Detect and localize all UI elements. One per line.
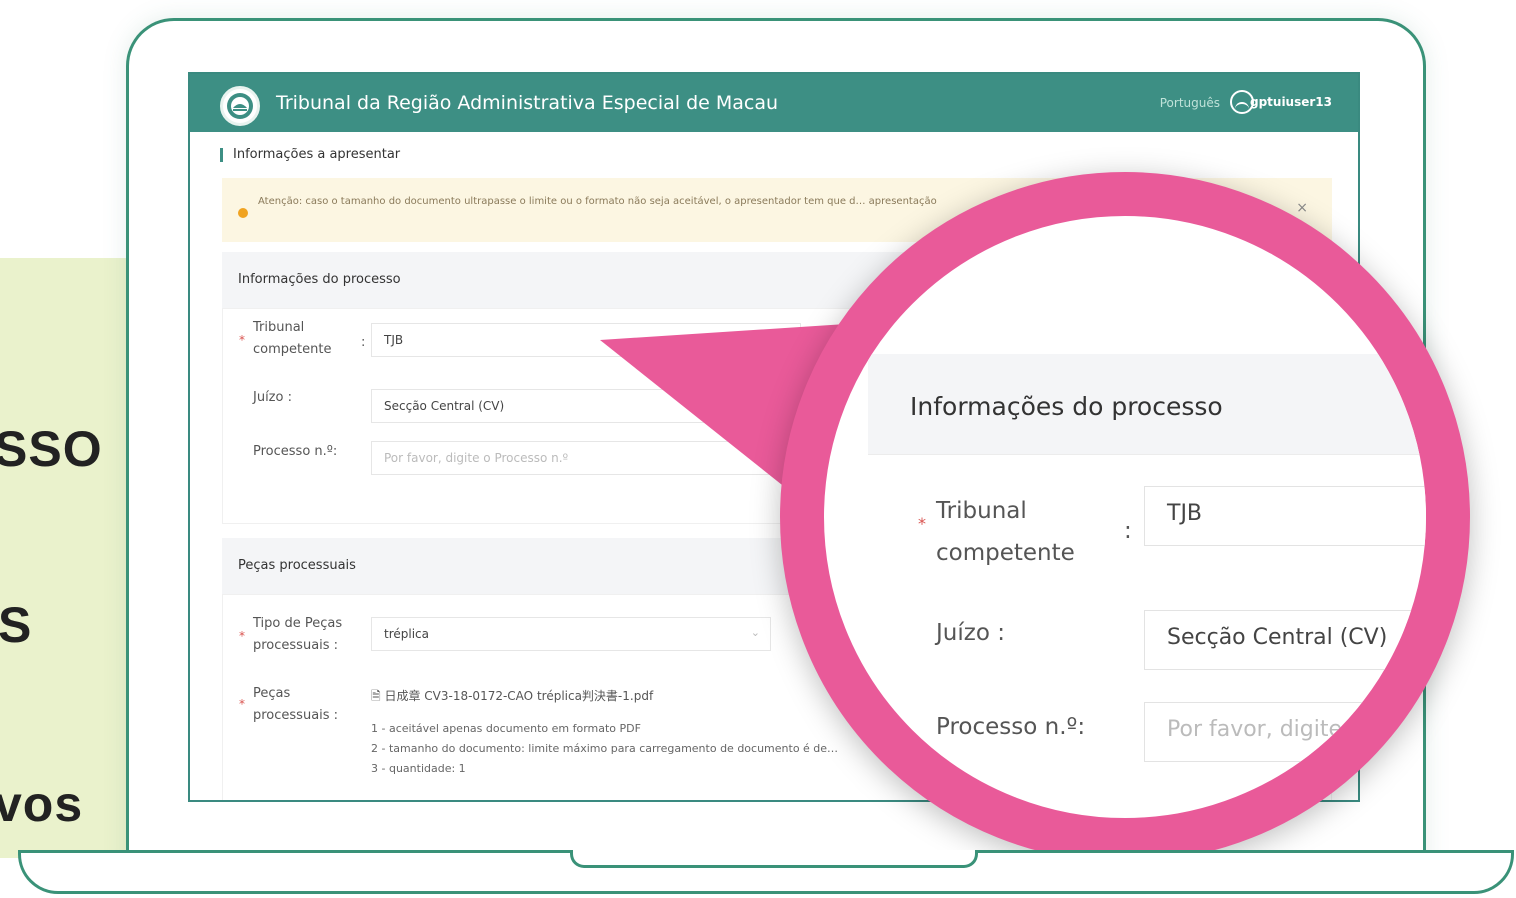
magnified-juizo-label: Juízo : — [936, 620, 1005, 646]
side-word-2: S — [0, 597, 33, 653]
app-title: Tribunal da Região Administrativa Especi… — [276, 92, 779, 114]
type-select[interactable]: tréplica ⌄ — [371, 617, 771, 651]
required-marker: * — [239, 697, 245, 711]
court-label-line2: competente — [253, 342, 332, 357]
section-title: Informações a apresentar — [220, 148, 400, 162]
app-header: Tribunal da Região Administrativa Especi… — [190, 74, 1358, 132]
hint-2: 2 - tamanho do documento: limite máximo … — [371, 742, 839, 755]
magnified-juizo-select[interactable]: Secção Central (CV) — [1144, 610, 1426, 670]
type-label-line2: processuais : — [253, 638, 339, 653]
processo-label: Processo n.º: — [253, 444, 338, 459]
file-name: 日成章 CV3-18-0172-CAO tréplica判決書-1.pdf — [384, 689, 654, 703]
hint-1: 1 - aceitável apenas documento em format… — [371, 722, 641, 735]
laptop-notch — [570, 850, 978, 868]
file-icon: 🗎 — [371, 689, 385, 703]
process-info-heading: Informações do processo — [238, 272, 401, 287]
language-link[interactable]: Português — [1160, 96, 1220, 110]
attached-file[interactable]: 🗎 日成章 CV3-18-0172-CAO tréplica判決書-1.pdf — [371, 687, 653, 708]
alert-text: Atenção: caso o tamanho do documento ult… — [258, 196, 937, 207]
pieces-label-line2: processuais : — [253, 708, 339, 723]
side-word-3: vos — [0, 776, 84, 832]
magnified-court-label-line1: Tribunal — [936, 498, 1027, 524]
magnified-processo-label: Processo n.º: — [936, 714, 1086, 740]
hint-3: 3 - quantidade: 1 — [371, 762, 466, 775]
chevron-down-icon: ⌄ — [750, 626, 760, 639]
side-word-1: SSO — [0, 421, 103, 477]
magnified-processo-input[interactable]: Por favor, digite o Proc — [1144, 702, 1426, 762]
type-select-value: tréplica — [384, 627, 429, 641]
magnifier-content: Informações do processo * Tribunal compe… — [824, 216, 1426, 818]
magnified-heading: Informações do processo — [910, 392, 1223, 421]
magnified-required-marker: * — [918, 514, 926, 533]
warning-dot-icon — [238, 208, 248, 218]
magnified-court-input[interactable]: TJB — [1144, 486, 1426, 546]
type-label-line1: Tipo de Peças — [253, 616, 343, 631]
macau-emblem-icon[interactable] — [220, 86, 260, 126]
magnified-court-colon: : — [1124, 518, 1132, 544]
court-colon: : — [361, 335, 366, 350]
pieces-label-line1: Peças — [253, 686, 291, 701]
required-marker: * — [239, 333, 245, 347]
username[interactable]: gptuiuser13 — [1250, 95, 1332, 109]
court-label-line1: Tribunal — [253, 320, 305, 335]
juizo-label: Juízo : — [253, 390, 292, 405]
magnifier-callout: Informações do processo * Tribunal compe… — [780, 172, 1470, 862]
close-icon[interactable]: × — [1296, 200, 1308, 216]
required-marker: * — [239, 629, 245, 643]
side-band — [0, 258, 140, 858]
magnified-court-label-line2: competente — [936, 540, 1075, 566]
pieces-heading: Peças processuais — [238, 558, 356, 573]
